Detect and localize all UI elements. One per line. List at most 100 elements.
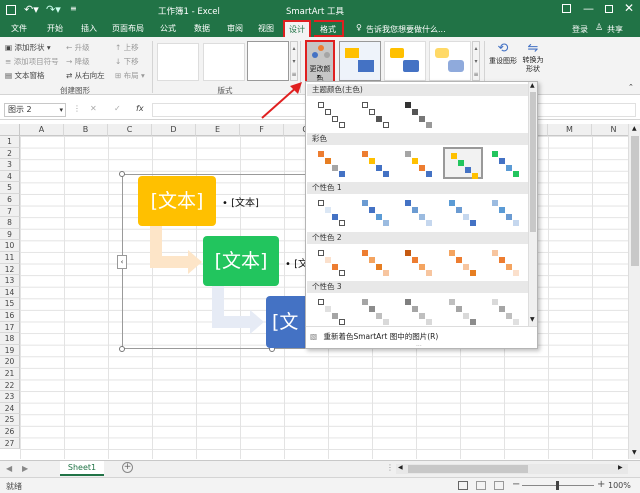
move-down-button[interactable]: ↓ 下移 — [115, 56, 139, 67]
color-option-accent2-3[interactable] — [399, 246, 439, 278]
zoom-out-icon[interactable]: − — [512, 479, 520, 490]
scroll-thumb[interactable] — [631, 136, 639, 266]
row-header[interactable]: 17 — [0, 321, 20, 334]
add-shape-button[interactable]: ▣ 添加形状 ▾ — [5, 42, 51, 53]
layout-thumb-1[interactable] — [157, 43, 199, 81]
row-header[interactable]: 18 — [0, 333, 20, 345]
name-box[interactable]: 图示 2 ▾ — [4, 103, 66, 117]
restore-icon[interactable] — [605, 5, 613, 13]
zoom-slider[interactable] — [522, 481, 594, 490]
row-header[interactable]: 12 — [0, 263, 20, 276]
qat-customize-icon[interactable]: ≡ — [70, 4, 77, 13]
row-header[interactable]: 20 — [0, 356, 20, 368]
reset-graphic-button[interactable]: ⟲ 重设图形 — [488, 41, 518, 83]
scroll-thumb[interactable] — [408, 465, 528, 473]
color-option-color-1[interactable] — [312, 147, 352, 179]
color-option-accent1-5[interactable] — [486, 196, 526, 228]
color-option-accent1-1[interactable] — [312, 196, 352, 228]
page-layout-view-icon[interactable] — [476, 481, 486, 490]
dropdown-scrollbar[interactable]: ▲ ▼ — [528, 82, 537, 326]
row-header[interactable]: 13 — [0, 275, 20, 287]
column-header[interactable]: B — [64, 124, 108, 136]
column-header[interactable]: D — [152, 124, 196, 136]
color-option-accent3-4[interactable] — [443, 295, 483, 327]
demote-button[interactable]: → 降级 — [66, 56, 90, 67]
prev-sheet-icon[interactable]: ◀ — [6, 464, 12, 473]
tab-review[interactable]: 审阅 — [220, 20, 250, 37]
smartart-bullet-1[interactable]: • [文本] — [222, 194, 259, 209]
row-header[interactable]: 10 — [0, 240, 20, 252]
redo-icon[interactable]: ↷▾ — [46, 3, 61, 16]
column-header[interactable]: A — [20, 124, 64, 136]
scroll-up-icon[interactable]: ▲ — [530, 82, 535, 89]
text-pane-toggle[interactable]: ‹ — [117, 255, 127, 269]
save-icon[interactable] — [6, 5, 16, 15]
tab-insert[interactable]: 插入 — [74, 20, 104, 37]
row-header[interactable]: 19 — [0, 344, 20, 357]
row-header[interactable]: 21 — [0, 368, 20, 380]
color-option-accent1-2[interactable] — [356, 196, 396, 228]
row-header[interactable]: 7 — [0, 205, 20, 218]
resize-handle[interactable] — [119, 171, 125, 177]
tab-data[interactable]: 数据 — [187, 20, 217, 37]
row-header[interactable]: 27 — [0, 437, 20, 450]
add-sheet-icon[interactable]: + — [122, 462, 133, 473]
color-option-accent3-5[interactable] — [486, 295, 526, 327]
color-option-accent2-2[interactable] — [356, 246, 396, 278]
login-link[interactable]: 登录 — [572, 24, 588, 35]
add-bullet-button[interactable]: ≡ 添加项目符号 — [5, 56, 59, 67]
cancel-icon[interactable]: ✕ — [90, 104, 97, 113]
row-header[interactable]: 9 — [0, 228, 20, 241]
close-icon[interactable]: ✕ — [624, 1, 634, 15]
promote-button[interactable]: ← 升级 — [66, 42, 90, 53]
color-option-color-4[interactable] — [442, 147, 483, 179]
zoom-level[interactable]: 100% — [608, 481, 631, 490]
smartart-card-3[interactable]: [文 — [266, 296, 308, 348]
dropdown-resize-grip[interactable]: ··· — [416, 343, 422, 350]
collapse-ribbon-icon[interactable]: ⌃ — [628, 83, 634, 91]
vertical-scrollbar[interactable]: ▲ ▼ — [628, 124, 640, 459]
smartart-card-1[interactable]: [文本] — [138, 176, 216, 226]
color-option-accent3-3[interactable] — [399, 295, 439, 327]
scroll-down-icon[interactable]: ▼ — [530, 316, 535, 323]
tab-format[interactable]: 格式 — [314, 20, 344, 37]
tab-file[interactable]: 文件 — [4, 20, 34, 37]
next-sheet-icon[interactable]: ▶ — [22, 464, 28, 473]
select-all-corner[interactable] — [0, 124, 20, 136]
recolor-pictures-option[interactable]: ▧ 重新着色SmartArt 图中的图片(R) — [310, 330, 530, 344]
column-header[interactable]: M — [548, 124, 592, 136]
row-header[interactable]: 26 — [0, 426, 20, 438]
layout-gallery-scroll[interactable]: ▴ ▾ ≡ — [290, 41, 298, 81]
column-header[interactable]: E — [196, 124, 240, 136]
color-option-theme-3[interactable] — [399, 98, 439, 130]
normal-view-icon[interactable] — [458, 481, 468, 490]
row-header[interactable]: 15 — [0, 298, 20, 310]
layout-thumb-2[interactable] — [203, 43, 245, 81]
tab-home[interactable]: 开始 — [40, 20, 70, 37]
horizontal-scrollbar[interactable]: ◀ ▶ — [396, 464, 628, 474]
share-icon[interactable]: ♙ — [595, 23, 603, 33]
color-option-accent2-1[interactable] — [312, 246, 352, 278]
color-option-theme-2[interactable] — [356, 98, 396, 130]
minimize-icon[interactable]: — — [583, 2, 594, 15]
scroll-down-icon[interactable]: ▼ — [632, 449, 637, 456]
row-header[interactable]: 4 — [0, 170, 20, 183]
resize-handle[interactable] — [119, 346, 125, 352]
color-option-accent2-5[interactable] — [486, 246, 526, 278]
color-option-color-3[interactable] — [399, 147, 439, 179]
row-header[interactable]: 1 — [0, 136, 20, 148]
row-header[interactable]: 8 — [0, 217, 20, 229]
style-gallery-scroll[interactable]: ▴ ▾ ≡ — [472, 41, 480, 81]
right-to-left-button[interactable]: ⇄ 从右向左 — [66, 70, 105, 81]
row-header[interactable]: 22 — [0, 379, 20, 392]
smartart-card-2[interactable]: [文本] — [203, 236, 279, 286]
column-header[interactable]: F — [240, 124, 284, 136]
chevron-down-icon[interactable]: ▾ — [59, 104, 63, 116]
row-header[interactable]: 23 — [0, 391, 20, 403]
tab-formulas[interactable]: 公式 — [153, 20, 183, 37]
row-header[interactable]: 25 — [0, 414, 20, 426]
ribbon-display-icon[interactable] — [562, 4, 571, 13]
page-break-view-icon[interactable] — [494, 481, 504, 490]
scroll-left-icon[interactable]: ◀ — [398, 464, 403, 471]
tell-me-input[interactable]: 告诉我您想要做什么... — [366, 24, 446, 35]
